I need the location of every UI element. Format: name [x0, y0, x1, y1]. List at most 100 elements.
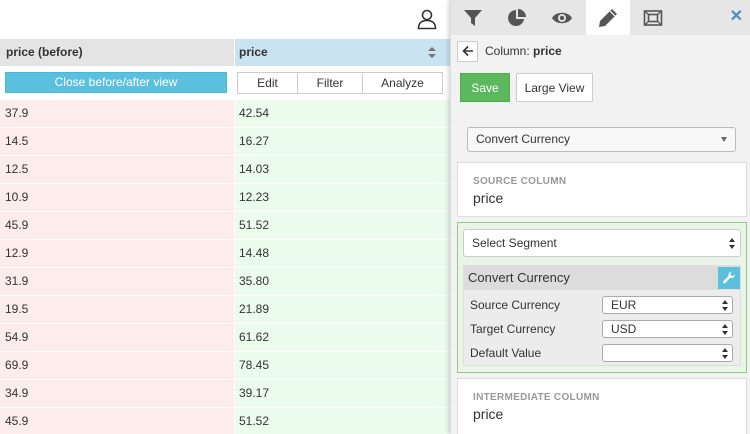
user-icon[interactable]: [416, 8, 438, 30]
column-name: price: [533, 44, 562, 58]
updown-caret-icon: [722, 324, 728, 335]
cell-price-before[interactable]: 69.9: [0, 352, 234, 379]
target-currency-value: USD: [611, 322, 637, 336]
close-panel-icon[interactable]: ✕: [730, 8, 743, 26]
column-title-row: Column: price: [457, 40, 562, 62]
intermediate-column-label: INTERMEDIATE COLUMN: [473, 392, 600, 403]
updown-caret-icon: [729, 238, 735, 249]
default-value-select[interactable]: [602, 344, 733, 362]
cell-price[interactable]: 39.17: [235, 380, 450, 407]
cell-price[interactable]: 21.89: [235, 296, 450, 323]
source-currency-select[interactable]: EUR: [602, 296, 733, 314]
table-row: 12.9 14.48: [0, 239, 450, 267]
cell-price-before[interactable]: 45.9: [0, 408, 234, 434]
tab-filter[interactable]: [451, 0, 495, 35]
table-row: 45.9 51.52: [0, 211, 450, 239]
cell-price[interactable]: 16.27: [235, 128, 450, 155]
cell-price[interactable]: 14.03: [235, 156, 450, 183]
cell-price-before[interactable]: 14.5: [0, 128, 234, 155]
updown-caret-icon: [722, 348, 728, 359]
wrench-button[interactable]: [718, 267, 740, 289]
table-row: 69.9 78.45: [0, 351, 450, 379]
table-row: 10.9 12.23: [0, 183, 450, 211]
analyze-button[interactable]: Analyze: [362, 72, 443, 94]
column-header-label: price (before): [6, 45, 83, 59]
target-currency-select[interactable]: USD: [602, 320, 733, 338]
convert-currency-title: Convert Currency: [468, 270, 570, 285]
table-row: 34.9 39.17: [0, 379, 450, 407]
table-row: 37.9 42.54: [0, 99, 450, 127]
table-row: 45.9 51.52: [0, 407, 450, 434]
column-title: Column: price: [485, 44, 562, 58]
segment-select-placeholder: Select Segment: [472, 236, 557, 250]
save-button[interactable]: Save: [460, 73, 510, 102]
eye-icon: [552, 12, 572, 23]
pencil-icon: [599, 8, 617, 27]
column-header-price-before[interactable]: price (before): [0, 39, 234, 66]
table-row: 31.9 35.80: [0, 267, 450, 295]
cell-price-before[interactable]: 31.9: [0, 268, 234, 295]
default-value-label: Default Value: [470, 346, 542, 360]
transform-select[interactable]: Convert Currency: [467, 127, 736, 152]
cell-price[interactable]: 51.52: [235, 408, 450, 434]
filter-icon: [464, 9, 482, 26]
cell-price[interactable]: 35.80: [235, 268, 450, 295]
source-currency-label: Source Currency: [470, 298, 561, 312]
intermediate-column-card: INTERMEDIATE COLUMN price: [457, 378, 747, 434]
source-currency-value: EUR: [611, 298, 637, 312]
table-row: 14.5 16.27: [0, 127, 450, 155]
edit-button[interactable]: Edit: [237, 72, 298, 94]
frame-icon: [643, 9, 663, 26]
panel-tabs: ✕: [451, 0, 750, 35]
column-header-label: price: [239, 45, 268, 59]
cell-price-before[interactable]: 34.9: [0, 380, 234, 407]
chevron-down-icon: [721, 137, 727, 142]
convert-currency-header: Convert Currency: [464, 266, 740, 290]
convert-currency-box: Convert Currency Source Currency EUR Tar…: [463, 265, 741, 366]
cell-price[interactable]: 42.54: [235, 100, 450, 127]
source-column-value: price: [473, 190, 504, 206]
large-view-button[interactable]: Large View: [516, 73, 593, 102]
cell-price-before[interactable]: 54.9: [0, 324, 234, 351]
cell-price[interactable]: 12.23: [235, 184, 450, 211]
cell-price-before[interactable]: 12.9: [0, 240, 234, 267]
tab-view[interactable]: [540, 0, 584, 35]
cell-price-before[interactable]: 45.9: [0, 212, 234, 239]
data-grid: price (before) price Close before/after …: [0, 0, 450, 434]
filter-button[interactable]: Filter: [297, 72, 363, 94]
tab-edit[interactable]: [586, 0, 630, 35]
close-before-after-button[interactable]: Close before/after view: [5, 72, 227, 93]
source-column-card: SOURCE COLUMN price: [457, 162, 747, 217]
column-prefix: Column:: [485, 44, 530, 58]
intermediate-column-value: price: [473, 406, 504, 422]
tab-frame[interactable]: [631, 0, 675, 35]
transform-select-value: Convert Currency: [476, 132, 571, 146]
table-row: 54.9 61.62: [0, 323, 450, 351]
cell-price-before[interactable]: 19.5: [0, 296, 234, 323]
updown-caret-icon: [722, 300, 728, 311]
cell-price[interactable]: 14.48: [235, 240, 450, 267]
cell-price[interactable]: 61.62: [235, 324, 450, 351]
grid-rows: 37.9 42.54 14.5 16.27 12.5 14.03 10.9 12.23 45.9…: [0, 99, 450, 434]
tab-analytics[interactable]: [495, 0, 539, 35]
cell-price[interactable]: 78.45: [235, 352, 450, 379]
column-action-group: Edit Filter Analyze: [237, 72, 443, 94]
back-button[interactable]: [457, 40, 478, 62]
side-panel: ✕ Column: price Save Large View Convert …: [450, 0, 750, 434]
target-currency-label: Target Currency: [470, 322, 556, 336]
column-header-price[interactable]: price: [235, 39, 450, 66]
sort-icon[interactable]: [428, 47, 436, 58]
wrench-icon: [722, 271, 735, 284]
pie-chart-icon: [508, 8, 526, 26]
top-bar: [0, 0, 450, 38]
column-action-bar: Close before/after view Edit Filter Anal…: [0, 66, 450, 98]
segment-select[interactable]: Select Segment: [463, 229, 741, 257]
cell-price-before[interactable]: 10.9: [0, 184, 234, 211]
cell-price[interactable]: 51.52: [235, 212, 450, 239]
table-row: 12.5 14.03: [0, 155, 450, 183]
cell-price-before[interactable]: 12.5: [0, 156, 234, 183]
table-row: 19.5 21.89: [0, 295, 450, 323]
transform-config-box: Select Segment Convert Currency Source C…: [457, 222, 747, 373]
arrow-left-icon: [461, 45, 473, 57]
cell-price-before[interactable]: 37.9: [0, 100, 234, 127]
